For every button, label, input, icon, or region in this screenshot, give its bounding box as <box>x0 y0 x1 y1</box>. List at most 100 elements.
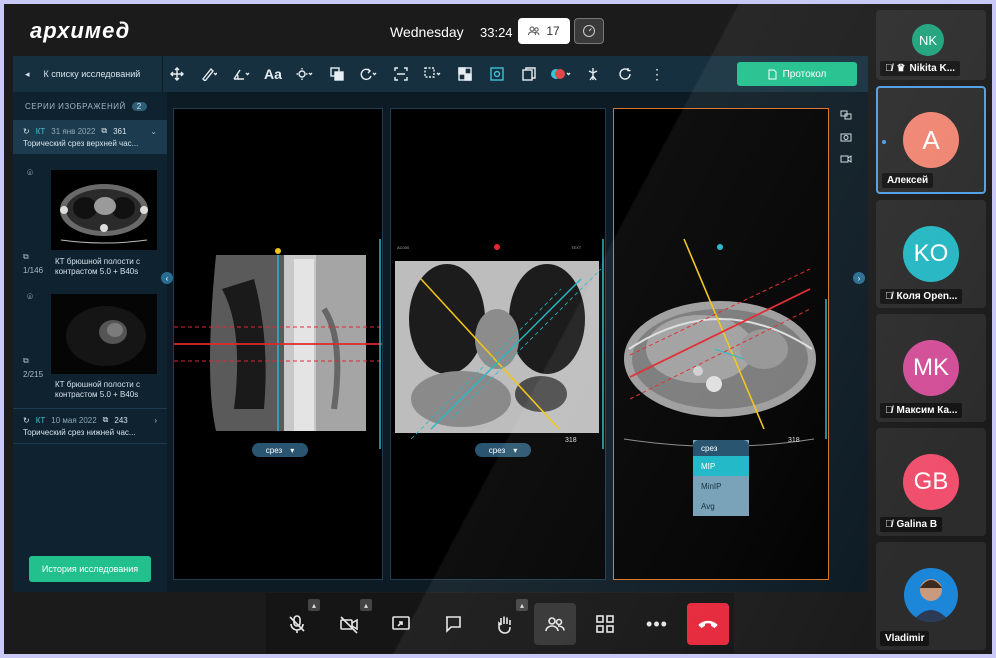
avatar: GB <box>903 454 959 510</box>
dropdown-option-minip[interactable]: MinIP <box>693 476 749 496</box>
collapse-right-button[interactable]: › <box>853 272 865 284</box>
back-to-list-button[interactable]: ◂ К списку исследований <box>13 56 163 92</box>
participants-button[interactable] <box>534 603 576 645</box>
avatar: NK <box>912 24 944 56</box>
select-area-icon <box>424 67 441 78</box>
text-tool-button[interactable]: Aa <box>259 56 287 92</box>
refresh-icon <box>619 68 631 80</box>
day-label: Wednesday <box>390 24 464 40</box>
participant-name-tag: 🎙̸ ♛ Nikita K... <box>880 61 961 76</box>
participant-tile[interactable]: NK 🎙̸ ♛ Nikita K... <box>876 10 986 80</box>
participant-tile[interactable]: A Алексей <box>876 86 986 194</box>
call-timer: 33:24 <box>480 25 513 40</box>
mic-off-icon: 🎙̸ <box>885 63 893 74</box>
dropdown-option-avg[interactable]: Avg <box>693 496 749 516</box>
dropdown-header[interactable]: срез <box>693 440 749 456</box>
collapse-left-button[interactable]: ‹ <box>161 272 173 284</box>
pan-tool-button[interactable] <box>163 56 191 92</box>
study-history-button[interactable]: История исследования <box>29 556 151 582</box>
camera-options-caret[interactable]: ▴ <box>360 599 372 611</box>
angle-tool-button[interactable] <box>227 56 255 92</box>
participant-tile[interactable]: GB 🎙̸ Galina B <box>876 428 986 536</box>
palette-tool-button[interactable] <box>547 56 575 92</box>
mpr-tool-button[interactable] <box>483 56 511 92</box>
chat-icon <box>446 616 461 633</box>
brightness-tool-button[interactable] <box>291 56 319 92</box>
back-label: К списку исследований <box>43 69 141 79</box>
reset-tool-button[interactable] <box>611 56 639 92</box>
participants-icon <box>545 617 565 632</box>
reactions-caret[interactable]: ▴ <box>516 599 528 611</box>
caret-down-icon: ▾ <box>513 445 518 455</box>
invert-tool-button[interactable] <box>323 56 351 92</box>
person-photo <box>912 579 950 622</box>
crown-icon: ♛ <box>896 63 906 74</box>
dropdown-option-mip[interactable]: MIP <box>693 456 749 476</box>
participant-tile[interactable]: Vladimir <box>876 542 986 650</box>
chevron-right-icon[interactable]: › <box>154 416 157 425</box>
participants-count-button[interactable]: 17 <box>518 18 570 44</box>
participant-tile[interactable]: MK 🎙̸ Максим Ка... <box>876 314 986 422</box>
app-logo: архимед <box>30 18 131 43</box>
caret-up-icon: ▴ <box>311 600 316 610</box>
avatar: MK <box>903 340 959 396</box>
protocol-label: Протокол <box>782 68 827 80</box>
skeleton-tool-button[interactable] <box>579 56 607 92</box>
series-date: 10 мая 2022 <box>51 415 97 425</box>
series-header: СЕРИИ ИЗОБРАЖЕНИЙ 2 <box>25 102 147 111</box>
series-title: СЕРИИ ИЗОБРАЖЕНИЙ <box>25 102 126 111</box>
people-icon <box>528 26 540 36</box>
participant-tile[interactable]: KO 🎙̸ Коля Open... <box>876 200 986 308</box>
viewport-coronal[interactable]: AC000 TEXT 318 срез ▾ <box>390 108 606 580</box>
series-sidebar: СЕРИИ ИЗОБРАЖЕНИЙ 2 ↻ КТ 31 янв 2022 ⧉ 3… <box>13 92 167 592</box>
participant-name-tag: Алексей <box>882 173 934 188</box>
caret-up-icon: ▴ <box>363 600 368 610</box>
video-icon <box>840 155 852 163</box>
body-icon <box>588 68 598 81</box>
sagittal-ct-image <box>174 239 382 449</box>
projection-dropdown: срез MIP MinIP Avg <box>693 440 749 516</box>
fit-tool-button[interactable] <box>387 56 415 92</box>
more-options-button[interactable]: ••• <box>636 603 678 645</box>
protocol-button[interactable]: Протокол <box>737 62 857 86</box>
layout-button[interactable] <box>584 603 626 645</box>
connection-speed-button[interactable] <box>574 18 604 44</box>
call-controls: ▴ ▴ ▴ ••• <box>266 593 734 653</box>
measure-tool-button[interactable] <box>195 56 223 92</box>
chat-button[interactable] <box>432 603 474 645</box>
mic-off-icon <box>289 615 305 633</box>
more-tools-button[interactable]: ⋮ <box>643 56 671 92</box>
rotate-icon <box>360 68 377 81</box>
grid-icon <box>596 615 614 633</box>
chevron-down-icon[interactable]: ⌄ <box>150 127 157 136</box>
palette-icon <box>551 69 571 79</box>
mic-off-icon: 🎙̸ <box>885 405 893 416</box>
gauge-icon <box>583 25 595 37</box>
svg-text:TEXT: TEXT <box>571 245 582 250</box>
snapshot-tool-button[interactable] <box>839 126 853 148</box>
hang-up-button[interactable] <box>687 603 729 645</box>
coronal-ct-image: AC000 TEXT <box>395 239 604 449</box>
slice-number: 318 <box>565 437 577 444</box>
series-thumbnail[interactable] <box>51 294 157 374</box>
series-tool-button[interactable] <box>515 56 543 92</box>
series-item[interactable]: ↻ КТ 10 мая 2022 ⧉ 243 › Торический срез… <box>13 408 167 444</box>
compare-tool-button[interactable] <box>839 104 853 126</box>
mic-options-caret[interactable]: ▴ <box>308 599 320 611</box>
layout-tool-button[interactable] <box>451 56 479 92</box>
rotate-tool-button[interactable] <box>355 56 383 92</box>
thumbnail-label: КТ брюшной полости с контрастом 5.0 + B4… <box>55 257 140 276</box>
more-horizontal-icon: ••• <box>646 613 668 634</box>
select-tool-button[interactable] <box>419 56 447 92</box>
video-tool-button[interactable] <box>839 148 853 170</box>
slice-mode-button[interactable]: срез ▾ <box>475 443 531 457</box>
slice-mode-button[interactable]: срез ▾ <box>252 443 308 457</box>
caret-up-icon: ▴ <box>519 600 524 610</box>
screen-share-button[interactable] <box>380 603 422 645</box>
images-icon: ⧉ <box>23 356 29 365</box>
svg-text:AC000: AC000 <box>397 245 410 250</box>
viewport-sagittal[interactable]: срез ▾ <box>173 108 383 580</box>
series-thumbnail[interactable] <box>51 170 157 250</box>
series-item[interactable]: ↻ КТ 31 янв 2022 ⧉ 361 ⌄ Торический срез… <box>13 120 167 154</box>
sync-icon: ↻ <box>23 415 30 425</box>
